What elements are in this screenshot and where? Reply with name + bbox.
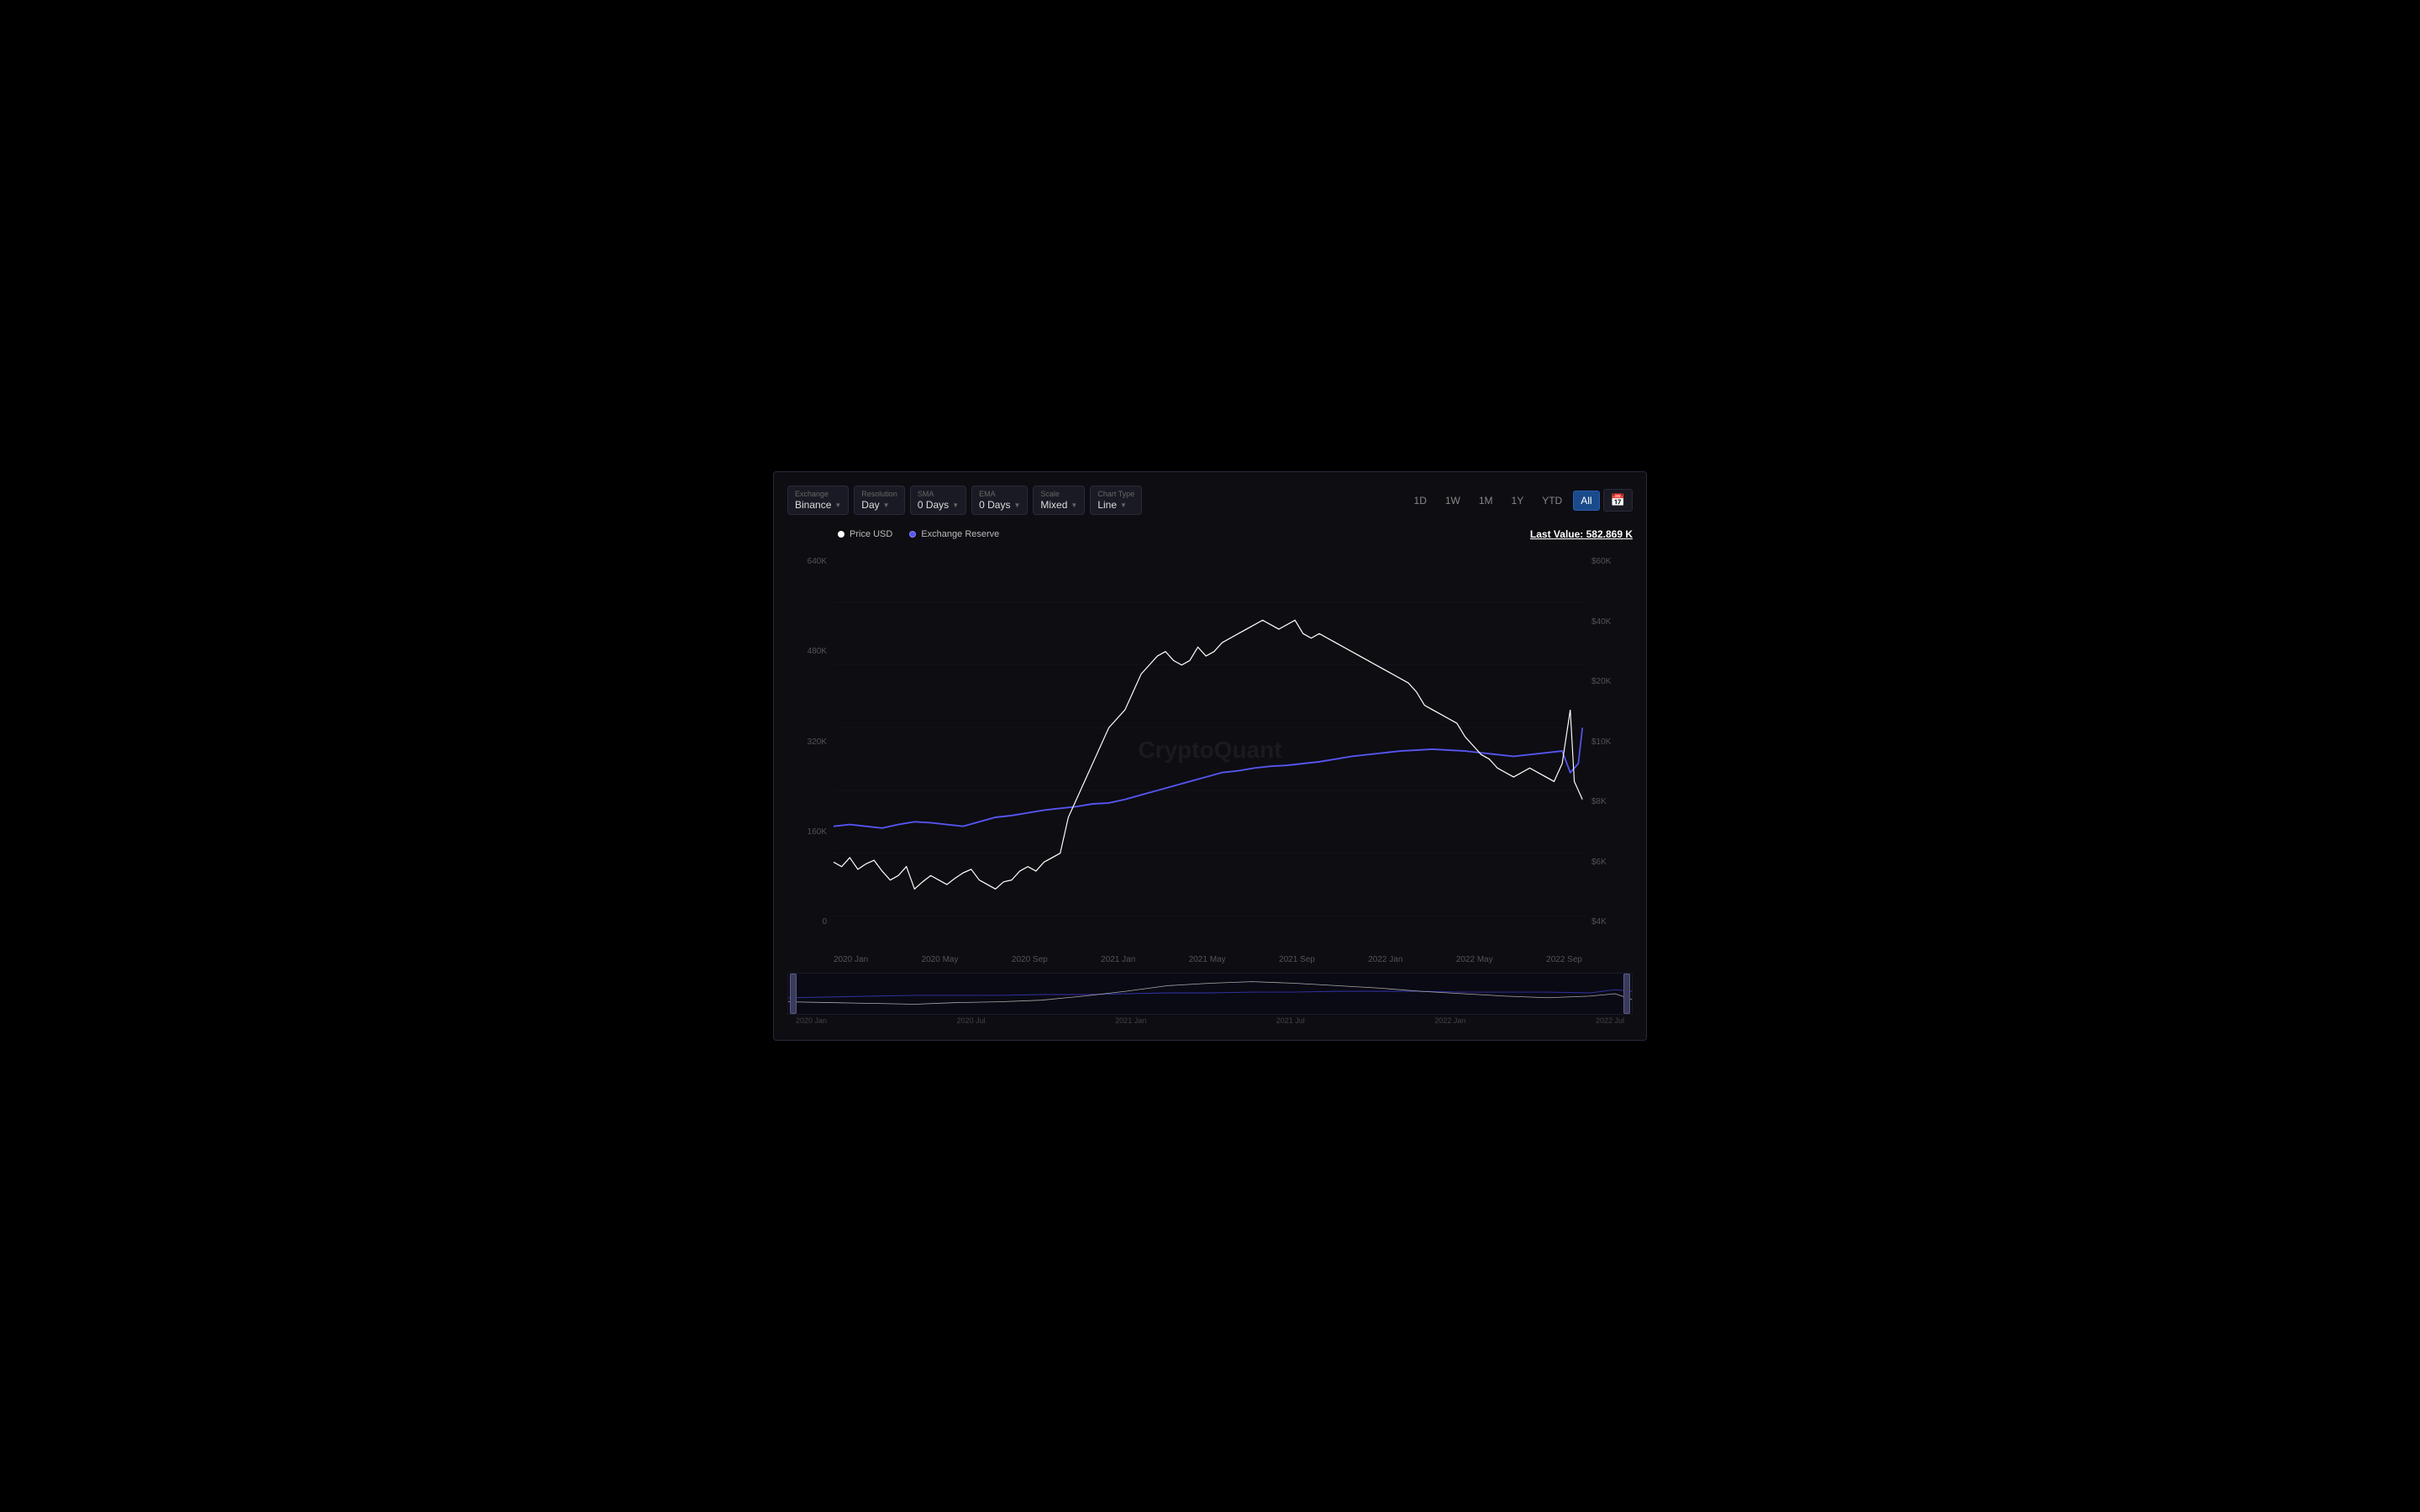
sma-value: 0 Days ▼ <box>918 499 959 511</box>
resolution-dropdown[interactable]: Resolution Day ▼ <box>854 486 905 515</box>
resolution-arrow-icon: ▼ <box>883 501 890 509</box>
exchange-value: Binance ▼ <box>795 499 841 511</box>
ema-value: 0 Days ▼ <box>979 499 1020 511</box>
x-label-2022may: 2022 May <box>1456 955 1493 964</box>
y-label-60k: $60K <box>1586 557 1633 566</box>
chart-container: Exchange Binance ▼ Resolution Day ▼ SMA … <box>773 471 1647 1041</box>
sma-arrow-icon: ▼ <box>952 501 959 509</box>
y-label-10k: $10K <box>1586 738 1633 747</box>
exchange-arrow-icon: ▼ <box>834 501 841 509</box>
sma-label: SMA <box>918 490 959 498</box>
mini-chart <box>787 973 1633 1015</box>
last-value: Last Value: 582.869 K <box>1530 528 1633 540</box>
y-label-40k: $40K <box>1586 617 1633 627</box>
time-btn-1y[interactable]: 1Y <box>1504 491 1532 511</box>
mini-chart-svg <box>788 974 1632 1014</box>
chart-type-value: Line ▼ <box>1097 499 1134 511</box>
x-label-2021may: 2021 May <box>1189 955 1226 964</box>
resolution-value: Day ▼ <box>861 499 897 511</box>
scale-value: Mixed ▼ <box>1040 499 1077 511</box>
chart-legend: Price USD Exchange Reserve Last Value: 5… <box>787 528 1633 540</box>
ema-arrow-icon: ▼ <box>1013 501 1020 509</box>
exchange-label: Exchange <box>795 490 841 498</box>
y-label-480k: 480K <box>787 647 834 656</box>
toolbar-left: Exchange Binance ▼ Resolution Day ▼ SMA … <box>787 486 1402 515</box>
ema-dropdown[interactable]: EMA 0 Days ▼ <box>971 486 1028 515</box>
y-label-8k: $8K <box>1586 797 1633 806</box>
mini-x-2021jul: 2021 Jul <box>1276 1016 1305 1025</box>
time-btn-1d[interactable]: 1D <box>1407 491 1434 511</box>
x-axis: 2020 Jan 2020 May 2020 Sep 2021 Jan 2021… <box>787 952 1633 968</box>
y-label-6k: $6K <box>1586 858 1633 867</box>
mini-x-2021jan: 2021 Jan <box>1115 1016 1146 1025</box>
chart-svg <box>834 549 1586 952</box>
chart-canvas: CryptoQuant <box>834 549 1586 952</box>
mini-x-axis: 2020 Jan 2020 Jul 2021 Jan 2021 Jul 2022… <box>787 1015 1633 1026</box>
x-label-2021sep: 2021 Sep <box>1279 955 1315 964</box>
calendar-button[interactable]: 📅 <box>1603 489 1633 512</box>
sma-dropdown[interactable]: SMA 0 Days ▼ <box>910 486 966 515</box>
scale-arrow-icon: ▼ <box>1071 501 1077 509</box>
reserve-dot-icon <box>909 531 916 538</box>
x-label-2021jan: 2021 Jan <box>1101 955 1135 964</box>
time-btn-ytd[interactable]: YTD <box>1534 491 1570 511</box>
y-label-0: 0 <box>787 917 834 927</box>
mini-x-2022jul: 2022 Jul <box>1596 1016 1624 1025</box>
y-label-160k: 160K <box>787 827 834 837</box>
mini-reserve-line <box>788 990 1632 998</box>
y-axis-left: 640K 480K 320K 160K 0 <box>787 549 834 952</box>
y-label-4k: $4K <box>1586 917 1633 927</box>
legend-reserve-label: Exchange Reserve <box>921 529 999 539</box>
mini-x-2020jan: 2020 Jan <box>796 1016 827 1025</box>
y-label-640k: 640K <box>787 557 834 566</box>
legend-price: Price USD <box>838 529 892 539</box>
resolution-label: Resolution <box>861 490 897 498</box>
chart-type-label: Chart Type <box>1097 490 1134 498</box>
x-label-2020jan: 2020 Jan <box>834 955 868 964</box>
exchange-dropdown[interactable]: Exchange Binance ▼ <box>787 486 849 515</box>
toolbar-right: 1D 1W 1M 1Y YTD All 📅 <box>1407 489 1633 512</box>
scale-label: Scale <box>1040 490 1077 498</box>
chart-area: 640K 480K 320K 160K 0 CryptoQuant <box>787 549 1633 952</box>
time-btn-1m[interactable]: 1M <box>1471 491 1501 511</box>
x-label-2022sep: 2022 Sep <box>1546 955 1582 964</box>
price-dot-icon <box>838 531 844 538</box>
legend-price-label: Price USD <box>850 529 892 539</box>
scale-dropdown[interactable]: Scale Mixed ▼ <box>1033 486 1085 515</box>
toolbar: Exchange Binance ▼ Resolution Day ▼ SMA … <box>787 486 1633 515</box>
x-label-2020sep: 2020 Sep <box>1012 955 1048 964</box>
y-label-20k: $20K <box>1586 677 1633 686</box>
ema-label: EMA <box>979 490 1020 498</box>
y-axis-right: $60K $40K $20K $10K $8K $6K $4K <box>1586 549 1633 952</box>
price-line <box>834 620 1582 889</box>
mini-handle-right[interactable] <box>1623 974 1630 1014</box>
y-label-320k: 320K <box>787 738 834 747</box>
chart-type-dropdown[interactable]: Chart Type Line ▼ <box>1090 486 1142 515</box>
time-btn-all[interactable]: All <box>1573 491 1599 511</box>
time-btn-1w[interactable]: 1W <box>1438 491 1468 511</box>
x-label-2020may: 2020 May <box>922 955 959 964</box>
legend-reserve: Exchange Reserve <box>909 529 999 539</box>
mini-handle-left[interactable] <box>790 974 797 1014</box>
mini-x-2022jan: 2022 Jan <box>1434 1016 1465 1025</box>
chart-type-arrow-icon: ▼ <box>1120 501 1127 509</box>
x-label-2022jan: 2022 Jan <box>1368 955 1402 964</box>
mini-x-2020jul: 2020 Jul <box>957 1016 986 1025</box>
